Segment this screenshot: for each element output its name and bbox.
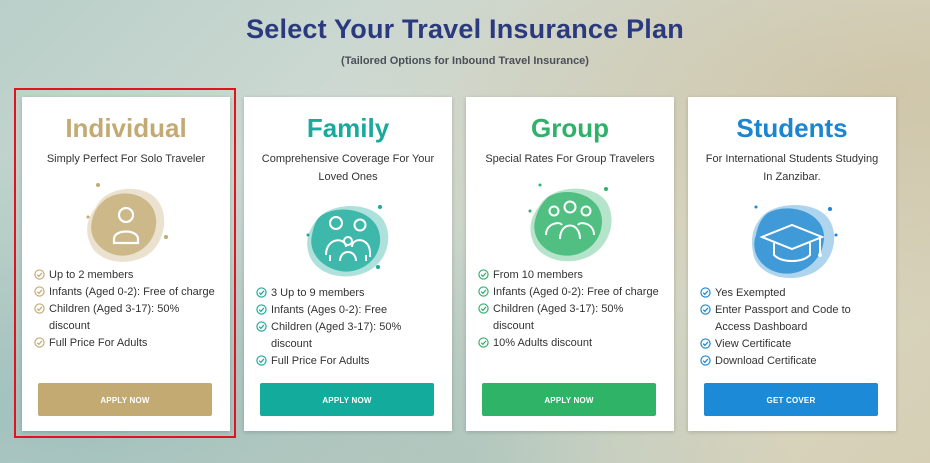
plan-tagline: Comprehensive Coverage For Your Loved On… <box>261 153 435 183</box>
family-icon <box>306 205 389 277</box>
check-circle-icon <box>34 337 45 348</box>
feature-item: 3 Up to 9 members <box>256 285 442 302</box>
feature-text: From 10 members <box>493 269 583 281</box>
check-circle-icon <box>478 269 489 280</box>
feature-item: Infants (Aged 0-2): Free of charge <box>34 284 220 301</box>
feature-item: View Certificate <box>700 336 886 353</box>
check-circle-icon <box>256 304 267 315</box>
group-icon <box>528 183 612 262</box>
feature-text: Full Price For Adults <box>271 355 370 367</box>
plan-title: Individual <box>65 113 187 143</box>
check-circle-icon <box>700 355 711 366</box>
plan-card-group: Group Special Rates For Group Travelers … <box>466 97 674 431</box>
check-circle-icon <box>256 287 267 298</box>
feature-text: Infants (Ages 0-2): Free <box>271 304 388 316</box>
check-circle-icon <box>34 286 45 297</box>
check-circle-icon <box>34 303 45 314</box>
feature-item: 10% Adults discount <box>478 335 664 352</box>
feature-text: Enter Passport and Code to Access Dashbo… <box>715 304 851 333</box>
check-circle-icon <box>700 338 711 349</box>
page-subtitle: (Tailored Options for Inbound Travel Ins… <box>341 55 589 67</box>
feature-item: Children (Aged 3-17): 50% discount <box>256 319 442 353</box>
feature-item: Yes Exempted <box>700 285 886 302</box>
feature-text: Full Price For Adults <box>49 337 148 349</box>
feature-text: Infants (Aged 0-2): Free of charge <box>493 286 659 298</box>
feature-text: Infants (Aged 0-2): Free of charge <box>49 286 215 298</box>
get-cover-button[interactable]: GET COVER <box>704 383 878 416</box>
feature-item: Infants (Ages 0-2): Free <box>256 302 442 319</box>
plan-tagline: Special Rates For Group Travelers <box>485 153 655 165</box>
check-circle-icon <box>256 355 267 366</box>
single-person-icon <box>86 183 168 262</box>
check-circle-icon <box>478 303 489 314</box>
feature-text: 3 Up to 9 members <box>271 287 365 299</box>
feature-list: Yes Exempted Enter Passport and Code to … <box>700 285 886 370</box>
apply-now-button[interactable]: APPLY NOW <box>38 383 212 416</box>
check-circle-icon <box>478 337 489 348</box>
plan-tagline: Simply Perfect For Solo Traveler <box>46 153 206 165</box>
feature-text: Children (Aged 3-17): 50% discount <box>493 303 624 332</box>
check-circle-icon <box>34 269 45 280</box>
feature-item: Children (Aged 3-17): 50% discount <box>34 301 220 335</box>
feature-list: From 10 members Infants (Aged 0-2): Free… <box>478 267 664 352</box>
feature-list: 3 Up to 9 members Infants (Ages 0-2): Fr… <box>256 285 442 370</box>
page-title: Select Your Travel Insurance Plan <box>246 14 684 44</box>
graduation-cap-icon <box>752 205 838 279</box>
feature-text: Download Certificate <box>715 355 817 367</box>
feature-text: Children (Aged 3-17): 50% discount <box>271 321 402 350</box>
check-circle-icon <box>700 304 711 315</box>
feature-item: Download Certificate <box>700 353 886 370</box>
apply-now-button[interactable]: APPLY NOW <box>260 383 434 416</box>
plan-card-individual: Individual Simply Perfect For Solo Trave… <box>22 97 230 431</box>
feature-text: Children (Aged 3-17): 50% discount <box>49 303 180 332</box>
plan-tagline: For International Students Studying In Z… <box>705 153 879 183</box>
feature-item: Full Price For Adults <box>256 353 442 370</box>
feature-item: Full Price For Adults <box>34 335 220 352</box>
plan-card-students: Students For International Students Stud… <box>688 97 896 431</box>
feature-text: Up to 2 members <box>49 269 134 281</box>
check-circle-icon <box>700 287 711 298</box>
feature-item: From 10 members <box>478 267 664 284</box>
feature-text: View Certificate <box>715 338 792 350</box>
feature-item: Enter Passport and Code to Access Dashbo… <box>700 302 886 336</box>
apply-now-button[interactable]: APPLY NOW <box>482 383 656 416</box>
feature-item: Children (Aged 3-17): 50% discount <box>478 301 664 335</box>
feature-text: 10% Adults discount <box>493 337 593 349</box>
plan-title: Group <box>531 113 609 143</box>
feature-text: Yes Exempted <box>715 287 786 299</box>
plan-title: Students <box>736 113 848 143</box>
check-circle-icon <box>256 321 267 332</box>
feature-list: Up to 2 members Infants (Aged 0-2): Free… <box>34 267 220 352</box>
feature-item: Infants (Aged 0-2): Free of charge <box>478 284 664 301</box>
plan-card-family: Family Comprehensive Coverage For Your L… <box>244 97 452 431</box>
check-circle-icon <box>478 286 489 297</box>
feature-item: Up to 2 members <box>34 267 220 284</box>
plan-title: Family <box>306 113 390 143</box>
